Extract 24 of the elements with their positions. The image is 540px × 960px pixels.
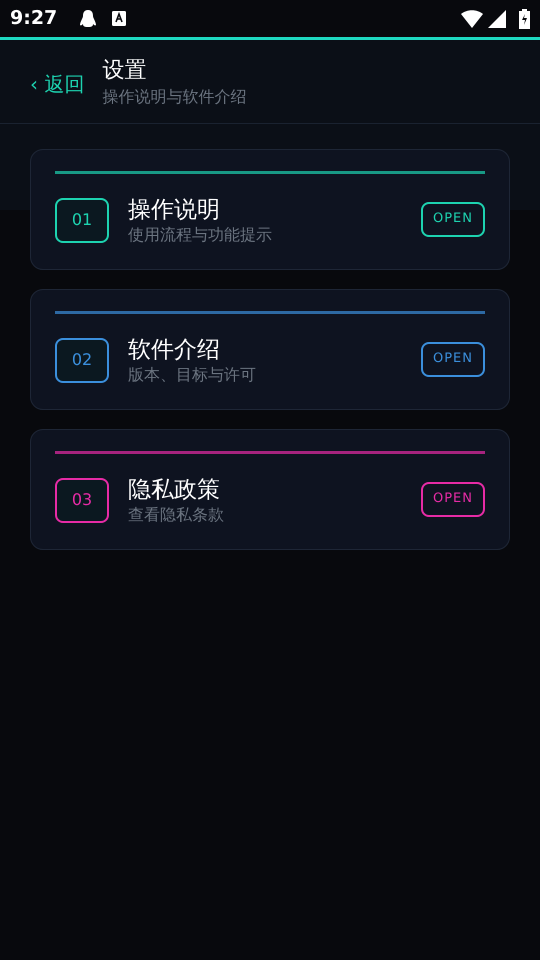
text-app-icon	[112, 11, 126, 26]
card-subtitle: 使用流程与功能提示	[128, 225, 273, 245]
status-time: 9:27	[10, 6, 58, 32]
item-number: 03	[55, 478, 109, 522]
item-number: 01	[55, 198, 109, 242]
page-subtitle: 操作说明与软件介绍	[102, 86, 246, 108]
penguin-icon	[79, 8, 98, 28]
menu-card[interactable]: 03 隐私政策 查看隐私条款 OPEN	[30, 429, 510, 550]
card-title: 软件介绍	[128, 336, 221, 365]
signal-icon	[488, 10, 506, 28]
back-link[interactable]: ‹ 返回	[30, 68, 84, 98]
page-title: 设置	[102, 56, 148, 84]
battery-charging-icon	[519, 8, 530, 28]
wifi-icon	[461, 10, 483, 28]
card-subtitle: 版本、目标与许可	[128, 365, 257, 385]
open-button[interactable]: OPEN	[421, 482, 485, 516]
card-title: 隐私政策	[128, 476, 221, 505]
item-number: 02	[55, 338, 109, 382]
card-subtitle: 查看隐私条款	[128, 505, 225, 525]
open-button[interactable]: OPEN	[421, 342, 485, 376]
menu-card[interactable]: 02 软件介绍 版本、目标与许可 OPEN	[30, 289, 510, 410]
open-button[interactable]: OPEN	[421, 202, 485, 236]
card-title: 操作说明	[128, 196, 221, 225]
menu-card[interactable]: 01 操作说明 使用流程与功能提示 OPEN	[30, 149, 510, 270]
